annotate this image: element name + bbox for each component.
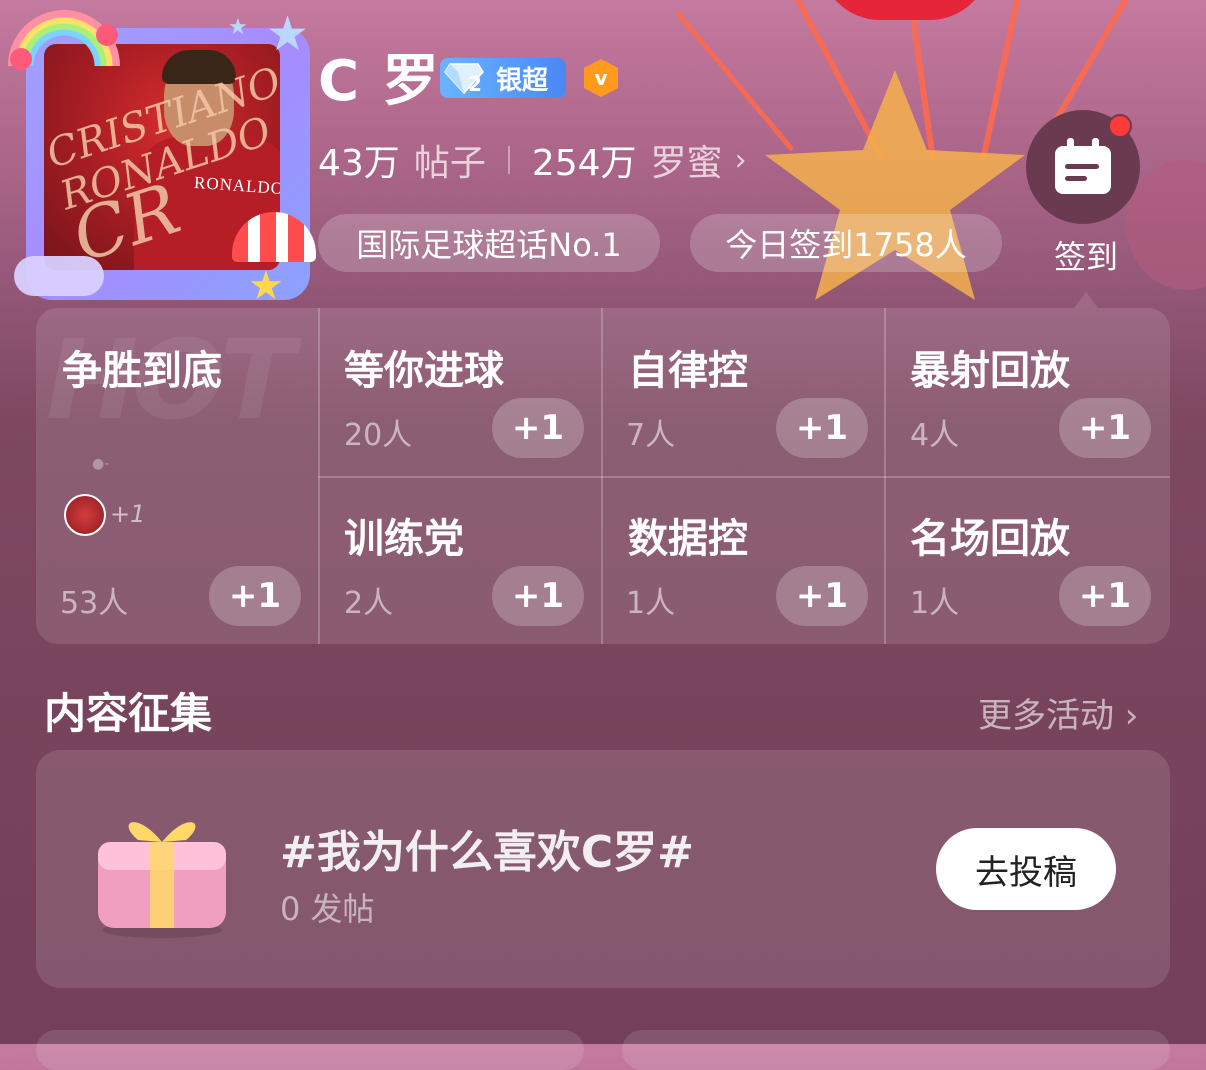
next-card[interactable]	[622, 1030, 1170, 1070]
group-count: 1人	[626, 586, 676, 621]
join-button[interactable]: +1	[1059, 398, 1151, 458]
member-more: +1	[110, 500, 146, 528]
notification-dot	[1108, 114, 1132, 138]
group-title[interactable]: 数据控	[628, 506, 748, 564]
group-count: 7人	[626, 418, 676, 453]
more-activities-link[interactable]: 更多活动 ›	[978, 688, 1138, 737]
calendar-icon	[1055, 138, 1111, 194]
level-badge[interactable]: 2 银超	[440, 58, 566, 98]
star-icon: ★	[228, 15, 248, 40]
group-title[interactable]: 暴射回放	[910, 338, 1070, 396]
rank-tag[interactable]: 国际足球超话No.1	[318, 214, 660, 272]
group-count: 4人	[910, 418, 960, 453]
join-button[interactable]: +1	[776, 566, 868, 626]
star-icon: ★	[248, 263, 284, 309]
star-icon: ★	[266, 6, 310, 62]
page-title: C 罗	[318, 49, 441, 114]
group-title[interactable]: 等你进球	[344, 338, 504, 396]
svg-text:v: v	[594, 66, 607, 90]
heart-decoration	[96, 24, 118, 46]
group-title[interactable]: 自律控	[628, 338, 748, 396]
join-button[interactable]: +1	[776, 398, 868, 458]
verified-icon: v	[582, 58, 620, 98]
fans-count[interactable]: 254万	[532, 134, 637, 186]
balloon-decoration	[820, 0, 990, 20]
group-count: 20人	[344, 418, 413, 453]
chevron-right-icon[interactable]: ›	[735, 143, 747, 178]
pointer-triangle	[1074, 292, 1098, 308]
section-title: 内容征集	[44, 689, 213, 738]
group-title[interactable]: 争胜到底	[62, 338, 222, 396]
topic-posts-count: 0 发帖	[280, 890, 375, 928]
submit-button[interactable]: 去投稿	[936, 828, 1116, 910]
stats-row: 43万 帖子 254万 罗蜜 ›	[318, 134, 747, 186]
group-title[interactable]: 训练党	[344, 506, 464, 564]
checkin-count-tag[interactable]: 今日签到1758人	[690, 214, 1002, 272]
small-icon: ●-	[92, 456, 110, 472]
topic-title[interactable]: #我为什么喜欢C罗#	[280, 816, 694, 880]
group-title[interactable]: 名场回放	[910, 506, 1070, 564]
posts-label: 帖子	[413, 143, 486, 184]
checkin-label[interactable]: 签到	[1026, 232, 1146, 278]
level-badge-label: 银超	[496, 65, 549, 96]
join-button[interactable]: +1	[492, 398, 584, 458]
group-count: 1人	[910, 586, 960, 621]
next-card[interactable]	[36, 1030, 584, 1070]
posts-count: 43万	[318, 143, 400, 184]
cloud-decoration	[14, 256, 104, 296]
heart-decoration	[10, 48, 32, 70]
join-button[interactable]: +1	[1059, 566, 1151, 626]
gift-icon	[98, 822, 226, 938]
group-count: 53人	[60, 586, 129, 621]
group-count: 2人	[344, 586, 394, 621]
divider	[507, 146, 510, 174]
avatar	[64, 494, 106, 536]
checkin-button[interactable]	[1026, 110, 1140, 224]
join-button[interactable]: +1	[492, 566, 584, 626]
join-button[interactable]: +1	[209, 566, 301, 626]
fans-label[interactable]: 罗蜜	[651, 134, 723, 186]
